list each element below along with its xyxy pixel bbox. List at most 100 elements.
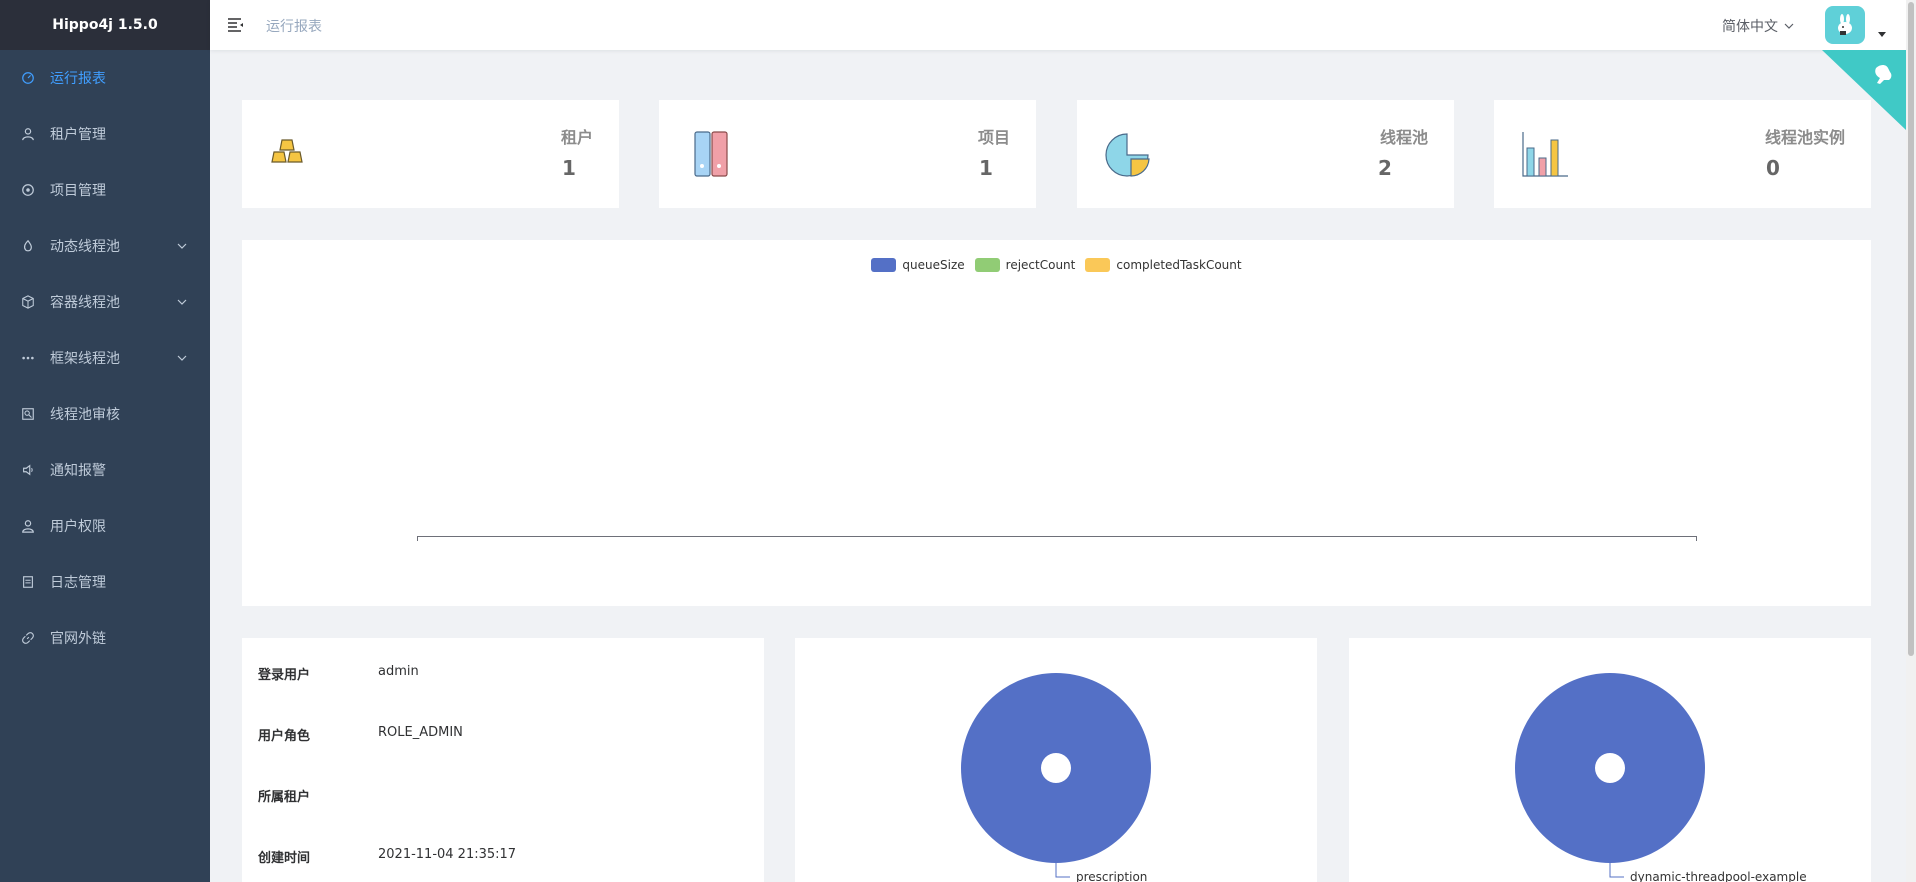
info-value: 2021-11-04 21:35:17 <box>378 847 517 862</box>
fire-icon <box>20 238 36 254</box>
stat-value: 1 <box>562 156 576 180</box>
sidebar-item-label: 动态线程池 <box>50 239 120 255</box>
info-row-login-user: 登录用户 admin <box>258 664 419 683</box>
dashboard-icon <box>20 70 36 86</box>
stat-card-threadpool[interactable]: 线程池 2 <box>1077 100 1454 208</box>
sidebar-item-dynamic-threadpool[interactable]: 动态线程池 <box>0 218 210 274</box>
sidebar-item-user-permission[interactable]: 用户权限 <box>0 498 210 554</box>
pie-label: dynamic-threadpool-example <box>1630 870 1807 882</box>
info-row-tenant: 所属租户 <box>258 786 378 805</box>
sidebar-item-label: 日志管理 <box>50 575 106 591</box>
legend-item-rejectcount[interactable]: rejectCount <box>974 258 1076 272</box>
caret-down-icon[interactable] <box>1878 32 1886 37</box>
scrollbar-thumb[interactable] <box>1908 2 1914 656</box>
stat-card-project[interactable]: 项目 1 <box>659 100 1036 208</box>
line-chart-panel: queueSize rejectCount completedTaskCount <box>242 240 1871 606</box>
info-label: 所属租户 <box>258 790 311 805</box>
sidebar-item-dashboard[interactable]: 运行报表 <box>0 50 210 106</box>
legend-label: completedTaskCount <box>1116 258 1242 272</box>
stat-value: 1 <box>979 156 993 180</box>
legend-swatch <box>871 258 897 272</box>
sidebar-menu: 运行报表 租户管理 项目管理 动态线程池 容器线程池 框架线程池 线程池审核 通… <box>0 50 210 666</box>
pie-slice[interactable] <box>961 673 1151 863</box>
sidebar-item-label: 用户权限 <box>50 519 106 535</box>
pie-label-line <box>1055 863 1070 878</box>
pie-chart-1: prescription <box>961 673 1151 882</box>
pie-chart-icon <box>1105 133 1150 177</box>
sidebar-item-framework-threadpool[interactable]: 框架线程池 <box>0 330 210 386</box>
info-value: admin <box>378 664 419 679</box>
chart-legend: queueSize rejectCount completedTaskCount <box>242 258 1871 272</box>
user-info-panel: 登录用户 admin 用户角色 ROLE_ADMIN 所属租户 创建时间 202… <box>242 638 764 882</box>
x-axis-line <box>417 536 1697 537</box>
sidebar-item-label: 框架线程池 <box>50 351 120 367</box>
sidebar-item-container-threadpool[interactable]: 容器线程池 <box>0 274 210 330</box>
pie-chart-2: dynamic-threadpool-example <box>1515 673 1807 882</box>
stat-card-threadpool-instance[interactable]: 线程池实例 0 <box>1494 100 1871 208</box>
sidebar-item-label: 租户管理 <box>50 127 106 143</box>
permission-icon <box>20 518 36 534</box>
rabbit-avatar-icon <box>1838 14 1852 35</box>
sidebar-item-label: 项目管理 <box>50 183 106 199</box>
language-select[interactable]: 简体中文 <box>1722 16 1794 36</box>
legend-swatch <box>974 258 1000 272</box>
x-axis-tick <box>417 536 418 541</box>
breadcrumb: 运行报表 <box>266 19 322 35</box>
box-icon <box>20 294 36 310</box>
info-label: 创建时间 <box>258 851 311 866</box>
sidebar-item-label: 通知报警 <box>50 463 106 479</box>
info-row-user-role: 用户角色 ROLE_ADMIN <box>258 725 463 744</box>
project-icon <box>20 182 36 198</box>
legend-item-completedtaskcount[interactable]: completedTaskCount <box>1085 258 1242 272</box>
stat-value: 0 <box>1766 156 1780 180</box>
stat-card-tenant[interactable]: 租户 1 <box>242 100 619 208</box>
app-title: Hippo4j 1.5.0 <box>52 17 158 33</box>
audit-icon <box>20 406 36 422</box>
chevron-down-icon <box>177 243 187 249</box>
more-icon <box>20 350 36 366</box>
sidebar: Hippo4j 1.5.0 运行报表 租户管理 项目管理 动态线程池 容器线程池… <box>0 0 210 882</box>
pie-chart-panel-1: prescription <box>795 638 1317 882</box>
sidebar-item-label: 容器线程池 <box>50 295 120 311</box>
sidebar-item-tenant[interactable]: 租户管理 <box>0 106 210 162</box>
sidebar-item-project[interactable]: 项目管理 <box>0 162 210 218</box>
log-icon <box>20 574 36 590</box>
user-icon <box>20 126 36 142</box>
chevron-down-icon <box>177 299 187 305</box>
hamburger-icon[interactable] <box>226 15 246 35</box>
info-value: ROLE_ADMIN <box>378 725 463 740</box>
scrollbar[interactable] <box>1906 0 1916 882</box>
sidebar-item-label: 官网外链 <box>50 631 106 647</box>
legend-item-queuesize[interactable]: queueSize <box>871 258 965 272</box>
stat-title: 项目 <box>977 128 1010 147</box>
stat-title: 线程池实例 <box>1764 128 1845 147</box>
chevron-down-icon <box>177 355 187 361</box>
avatar[interactable] <box>1825 6 1865 44</box>
pie-label: prescription <box>1076 870 1147 882</box>
books-icon <box>694 131 728 177</box>
gold-bars-icon <box>271 139 303 163</box>
sidebar-item-label: 运行报表 <box>50 71 106 87</box>
link-icon <box>20 630 36 646</box>
navbar: 运行报表 简体中文 <box>210 0 1906 50</box>
sidebar-item-official-link[interactable]: 官网外链 <box>0 610 210 666</box>
app-logo[interactable]: Hippo4j 1.5.0 <box>0 0 210 50</box>
legend-swatch <box>1085 258 1111 272</box>
legend-label: queueSize <box>902 258 965 272</box>
pie-label-line <box>1609 863 1624 878</box>
legend-label: rejectCount <box>1005 258 1076 272</box>
info-row-created-time: 创建时间 2021-11-04 21:35:17 <box>258 847 516 866</box>
sidebar-item-notify-alarm[interactable]: 通知报警 <box>0 442 210 498</box>
stat-title: 租户 <box>560 128 593 147</box>
bar-chart-icon <box>1522 132 1568 177</box>
bell-icon <box>20 462 36 478</box>
sidebar-item-log-management[interactable]: 日志管理 <box>0 554 210 610</box>
info-label: 登录用户 <box>258 668 311 683</box>
sidebar-item-threadpool-audit[interactable]: 线程池审核 <box>0 386 210 442</box>
pie-slice[interactable] <box>1515 673 1705 863</box>
chevron-down-icon <box>1784 23 1794 29</box>
x-axis-tick <box>1696 536 1697 541</box>
language-label: 简体中文 <box>1722 19 1778 35</box>
stat-title: 线程池 <box>1379 128 1428 147</box>
stat-value: 2 <box>1378 156 1392 180</box>
